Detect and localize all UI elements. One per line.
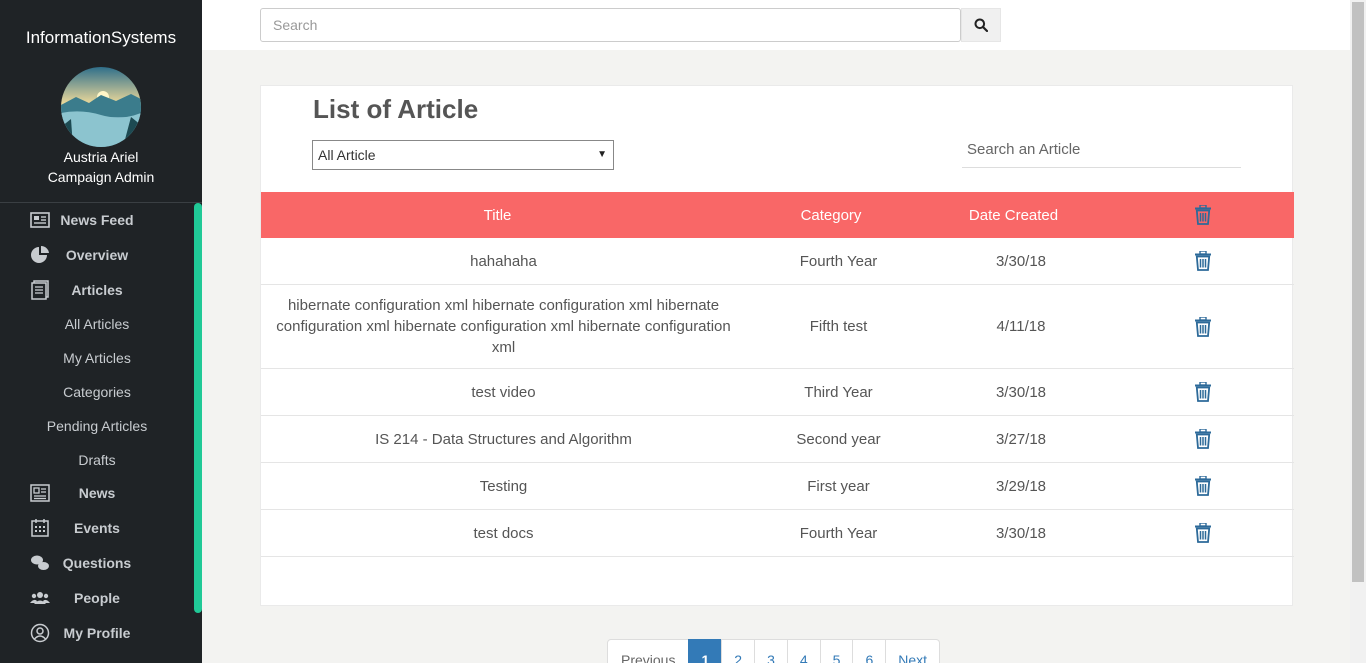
people-icon (30, 588, 50, 608)
calendar-icon (30, 518, 50, 538)
sidebar-item-news[interactable]: News (0, 478, 194, 508)
article-date: 3/30/18 (995, 383, 1047, 401)
article-title[interactable]: hibernate configuration xml hibernate co… (261, 285, 746, 368)
sidebar-item-articles[interactable]: Articles (0, 275, 194, 305)
table-row[interactable]: IS 214 - Data Structures and Algorithm S… (261, 416, 1294, 463)
search-button[interactable] (961, 8, 1001, 42)
table-row[interactable]: test docs Fourth Year 3/30/18 (261, 510, 1294, 557)
trash-icon (1194, 382, 1211, 402)
trash-icon (1194, 316, 1211, 337)
pie-chart-icon (30, 245, 50, 265)
page-6-button[interactable]: 6 (852, 639, 887, 663)
articles-icon (30, 280, 50, 300)
article-category: Fourth Year (799, 252, 878, 270)
trash-icon (1194, 523, 1211, 543)
trash-icon (1194, 251, 1211, 271)
news-icon (30, 483, 50, 503)
delete-row-button[interactable] (1111, 238, 1294, 284)
page-3-button[interactable]: 3 (754, 639, 788, 663)
sidebar-item-news-feed[interactable]: News Feed (0, 205, 194, 235)
article-title[interactable]: Testing (261, 463, 746, 509)
article-category: Third Year (804, 383, 873, 401)
category-filter-value: All Article (318, 147, 376, 163)
sidebar-scrollbar[interactable] (194, 203, 202, 613)
article-date: 4/11/18 (996, 318, 1046, 335)
search-input[interactable] (260, 8, 961, 42)
newspaper-icon (30, 210, 50, 230)
delete-row-button[interactable] (1111, 369, 1294, 415)
user-circle-icon (30, 623, 50, 643)
table-row[interactable]: hibernate configuration xml hibernate co… (261, 285, 1294, 369)
sidebar-item-events[interactable]: Events (0, 513, 194, 543)
sidebar-item-overview[interactable]: Overview (0, 240, 194, 270)
sidebar-item-categories[interactable]: Categories (0, 377, 194, 407)
sidebar-item-people[interactable]: People (0, 583, 194, 613)
trash-icon (1194, 205, 1211, 225)
page-scrollbar-thumb[interactable] (1352, 2, 1364, 582)
table-row[interactable]: test video Third Year 3/30/18 (261, 369, 1294, 416)
next-page-button[interactable]: Next (885, 639, 941, 663)
page-4-button[interactable]: 4 (786, 639, 821, 663)
sidebar-item-drafts[interactable]: Drafts (0, 445, 194, 475)
delete-all-button[interactable] (1111, 192, 1294, 238)
article-category: Second year (796, 430, 881, 448)
article-title[interactable]: test docs (261, 510, 746, 556)
article-category: Fourth Year (799, 524, 878, 542)
sidebar-item-label: Drafts (78, 452, 116, 468)
sidebar-item-label: Pending Articles (46, 418, 148, 434)
column-header-title[interactable]: Title (261, 192, 734, 238)
article-search-input[interactable] (962, 132, 1241, 168)
column-header-category[interactable]: Category (746, 192, 916, 238)
sidebar-item-all-articles[interactable]: All Articles (0, 309, 194, 339)
table-row[interactable]: hahahaha Fourth Year 3/30/18 (261, 238, 1294, 285)
delete-row-button[interactable] (1111, 285, 1294, 368)
sidebar-item-my-articles[interactable]: My Articles (0, 343, 194, 373)
article-date: 3/30/18 (995, 524, 1047, 542)
sidebar-item-label: All Articles (64, 316, 130, 332)
article-list-card: List of Article All Article ▼ Title Cate… (260, 85, 1294, 606)
page-1-button[interactable]: 1 (688, 639, 723, 663)
sidebar-item-questions[interactable]: Questions (0, 548, 194, 578)
sidebar-divider (0, 202, 202, 203)
table-header: Title Category Date Created (261, 192, 1294, 238)
article-date: 3/30/18 (995, 252, 1047, 270)
previous-page-button[interactable]: Previous (607, 639, 690, 663)
delete-row-button[interactable] (1111, 463, 1294, 509)
article-category: Fifth test (809, 318, 868, 335)
top-bar (202, 0, 1350, 50)
article-date: 3/27/18 (995, 430, 1047, 448)
article-title[interactable]: test video (261, 369, 746, 415)
page-2-button[interactable]: 2 (721, 639, 756, 663)
article-title[interactable]: IS 214 - Data Structures and Algorithm (261, 416, 746, 462)
table-row[interactable]: Testing First year 3/29/18 (261, 463, 1294, 510)
sidebar-item-my-profile[interactable]: My Profile (0, 618, 194, 648)
page-scrollbar[interactable] (1350, 0, 1366, 663)
column-header-date-created[interactable]: Date Created (931, 192, 1096, 238)
sidebar: InformationSystems Austria Ariel Campaig… (0, 0, 202, 663)
user-role: Campaign Admin (47, 169, 155, 185)
sidebar-item-label: Categories (63, 384, 131, 400)
article-title[interactable]: hahahaha (261, 238, 746, 284)
delete-row-button[interactable] (1111, 416, 1294, 462)
chat-icon (30, 553, 50, 573)
delete-row-button[interactable] (1111, 510, 1294, 556)
page-title: List of Article (313, 94, 479, 124)
search-icon (974, 18, 988, 32)
article-category: First year (807, 477, 870, 495)
category-filter-select[interactable]: All Article ▼ (312, 140, 614, 170)
brand-title[interactable]: InformationSystems (0, 28, 202, 48)
page-5-button[interactable]: 5 (819, 639, 854, 663)
chevron-down-icon: ▼ (597, 149, 607, 160)
sidebar-item-label: My Articles (63, 350, 131, 366)
pagination: Previous 1 2 3 4 5 6 Next (607, 639, 941, 663)
trash-icon (1194, 429, 1211, 449)
sidebar-item-pending-articles[interactable]: Pending Articles (0, 411, 194, 441)
trash-icon (1194, 476, 1211, 496)
user-name: Austria Ariel (63, 149, 139, 165)
avatar[interactable] (61, 67, 141, 147)
article-date: 3/29/18 (995, 477, 1047, 495)
